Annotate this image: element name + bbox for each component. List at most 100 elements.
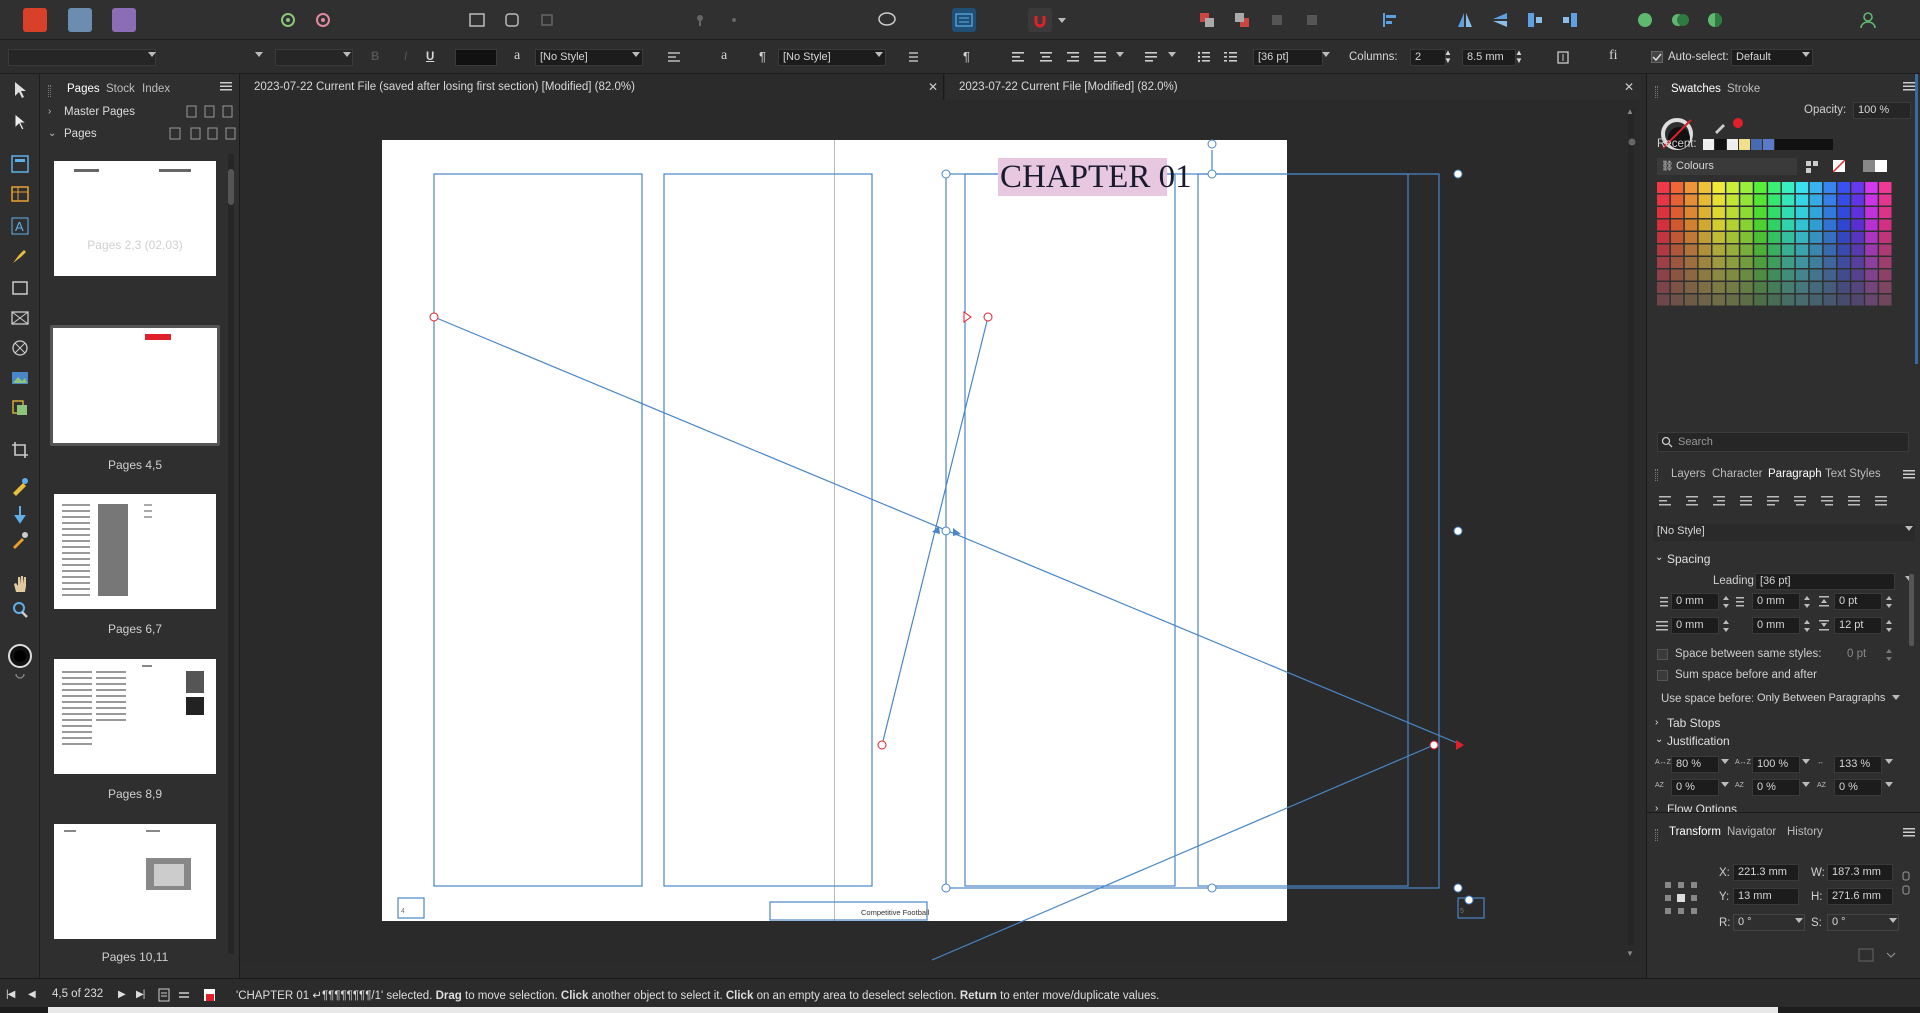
lock-aspect-ratio-icon[interactable] — [1901, 870, 1911, 896]
letter-min-chevron-down-icon[interactable] — [1721, 782, 1729, 787]
spacing-section-label[interactable]: Spacing — [1667, 552, 1710, 566]
space-after-field[interactable]: 12 pt — [1834, 617, 1882, 634]
paragraph-style-dropdown[interactable]: [No Style] — [778, 49, 886, 66]
snapping-options-chevron-down-icon[interactable] — [1056, 8, 1068, 32]
text-wrap-icon[interactable] — [666, 49, 682, 65]
photo-persona-icon[interactable] — [112, 8, 136, 32]
crop-tool-icon[interactable] — [10, 440, 30, 460]
columns-stepper-icon[interactable]: ▲ ▼ — [1444, 49, 1452, 65]
last-line-field[interactable]: 0 mm — [1752, 617, 1800, 634]
letter-spacing-min-field[interactable]: 0 % — [1671, 779, 1719, 796]
last-line-stepper-icon[interactable] — [1803, 619, 1811, 633]
opacity-field[interactable]: 100 % — [1853, 102, 1911, 119]
spread-view[interactable]: CHAPTER 01 4 Competitive Football 5 ▲ ▼ — [240, 100, 1640, 962]
bold-icon[interactable]: B — [371, 51, 379, 63]
tab-history[interactable]: History — [1787, 826, 1823, 838]
y-position-field[interactable]: 13 mm — [1733, 888, 1799, 905]
settings-gear-icon[interactable] — [276, 8, 300, 32]
justification-chevron-down-icon[interactable]: ⌄ — [1655, 734, 1663, 745]
palette-dropdown[interactable]: Colours — [1657, 158, 1797, 175]
word-spacing-min-field[interactable]: 80 % — [1671, 756, 1719, 773]
text-frame-icon[interactable] — [952, 8, 976, 32]
transparency-tool-icon[interactable] — [10, 504, 30, 524]
vector-crop-tool-icon[interactable] — [10, 398, 30, 418]
character-style-dropdown[interactable]: [No Style] — [535, 49, 643, 66]
space-after-stepper-icon[interactable] — [1885, 619, 1893, 633]
preferences-gear-icon[interactable] — [311, 8, 335, 32]
numbered-list-icon[interactable] — [1223, 49, 1239, 65]
panel-grip-icon[interactable] — [1655, 86, 1658, 98]
vertical-align-chevron-down-icon[interactable] — [1168, 52, 1176, 57]
rectangle-tool-icon[interactable] — [10, 278, 30, 298]
vertical-align-icon[interactable] — [1143, 49, 1159, 65]
arrange-front-icon[interactable] — [1265, 8, 1289, 32]
same-styles-stepper-icon[interactable] — [1885, 648, 1893, 662]
rotate-right-icon[interactable] — [1558, 8, 1582, 32]
pin-icon[interactable] — [688, 8, 712, 32]
letter-desired-chevron-down-icon[interactable] — [1802, 782, 1810, 787]
arrange-back-icon[interactable] — [1300, 8, 1324, 32]
master-pages-label[interactable]: Master Pages — [64, 106, 135, 118]
fill-stroke-selector-icon[interactable] — [7, 640, 33, 680]
artistic-text-tool-icon[interactable]: A — [10, 216, 30, 236]
document-tab-active[interactable]: 2023-07-22 Current File [Modified] (82.0… — [945, 74, 1640, 100]
master-pages-chevron-right-icon[interactable]: › — [48, 106, 51, 117]
justify-chevron-down-icon[interactable] — [1116, 52, 1124, 57]
flip-vertical-icon[interactable] — [1488, 8, 1512, 32]
transform-options-icon[interactable] — [1857, 947, 1897, 963]
swatches-scrollbar[interactable] — [1915, 74, 1918, 364]
leading-chevron-down-icon[interactable] — [1322, 52, 1330, 57]
color-picker-eyedropper-icon[interactable] — [1713, 118, 1729, 134]
place-image-tool-icon[interactable] — [10, 368, 30, 388]
autoselect-chevron-down-icon[interactable] — [1802, 52, 1810, 57]
font-size-field[interactable] — [275, 49, 353, 66]
first-line-stepper-icon[interactable] — [1722, 619, 1730, 633]
align-left-text-icon[interactable] — [1010, 49, 1026, 65]
tab-navigator[interactable]: Navigator — [1727, 826, 1776, 838]
panel-menu-hamburger-icon[interactable] — [220, 80, 232, 92]
shear-chevron-down-icon[interactable] — [1889, 918, 1897, 923]
add-shape-icon[interactable] — [1633, 8, 1657, 32]
page-thumbnail[interactable] — [54, 494, 216, 609]
bullet-list-icon[interactable] — [1196, 49, 1212, 65]
x-position-field[interactable]: 221.3 mm — [1733, 864, 1799, 881]
rotate-left-icon[interactable] — [1523, 8, 1547, 32]
panel-grip-icon[interactable] — [48, 85, 51, 97]
height-field[interactable]: 271.6 mm — [1827, 888, 1893, 905]
space-before-field[interactable]: 0 pt — [1834, 593, 1882, 610]
paragraph-style-chevron-down-icon[interactable] — [1905, 526, 1913, 531]
text-frame-options-icon[interactable] — [1555, 49, 1571, 65]
subtract-shape-icon[interactable] — [1668, 8, 1692, 32]
picked-color-swatch[interactable] — [1733, 118, 1743, 128]
paragraph-style-dropdown[interactable]: [No Style] — [1653, 524, 1915, 541]
justify-text-icon[interactable] — [1092, 49, 1108, 65]
word-min-chevron-down-icon[interactable] — [1721, 759, 1729, 764]
justification-section-label[interactable]: Justification — [1667, 734, 1730, 748]
font-family-field[interactable] — [8, 49, 156, 66]
columns-field[interactable]: 2 — [1410, 49, 1446, 66]
tab-stock[interactable]: Stock — [106, 83, 135, 95]
snapping-magnet-icon[interactable] — [1028, 8, 1052, 32]
sum-space-checkbox[interactable] — [1657, 670, 1668, 681]
paragraph-scrollbar-thumb[interactable] — [1909, 574, 1914, 646]
font-size-chevron-down-icon[interactable] — [343, 52, 351, 57]
align-right-text-icon[interactable] — [1065, 49, 1081, 65]
tab-layers[interactable]: Layers — [1671, 468, 1706, 480]
panel-menu-hamburger-icon[interactable] — [1903, 826, 1915, 838]
zoom-tool-icon[interactable] — [10, 600, 30, 620]
tab-swatches[interactable]: Swatches — [1671, 83, 1721, 95]
fill-stroke-wells-icon[interactable] — [1659, 116, 1699, 156]
designer-persona-icon[interactable] — [68, 8, 92, 32]
next-page-icon[interactable]: ▶ — [118, 989, 126, 1000]
autoselect-checkbox[interactable] — [1651, 51, 1663, 63]
document-canvas[interactable]: CHAPTER 01 4 Competitive Football 5 ▲ ▼ — [240, 100, 1640, 962]
gutter-stepper-icon[interactable]: ▲ ▼ — [1515, 49, 1523, 65]
ellipse-frame-tool-icon[interactable] — [10, 338, 30, 358]
tab-stops-section-label[interactable]: Tab Stops — [1667, 716, 1720, 730]
use-space-dropdown[interactable]: Only Between Paragraphs — [1753, 691, 1893, 708]
pilcrow-icon[interactable]: ¶ — [759, 49, 766, 64]
color-picker-tool-icon[interactable] — [10, 530, 30, 550]
right-indent-stepper-icon[interactable] — [1803, 595, 1811, 609]
first-line-field[interactable]: 0 mm — [1671, 617, 1719, 634]
first-page-icon[interactable]: |◀ — [6, 989, 15, 1000]
